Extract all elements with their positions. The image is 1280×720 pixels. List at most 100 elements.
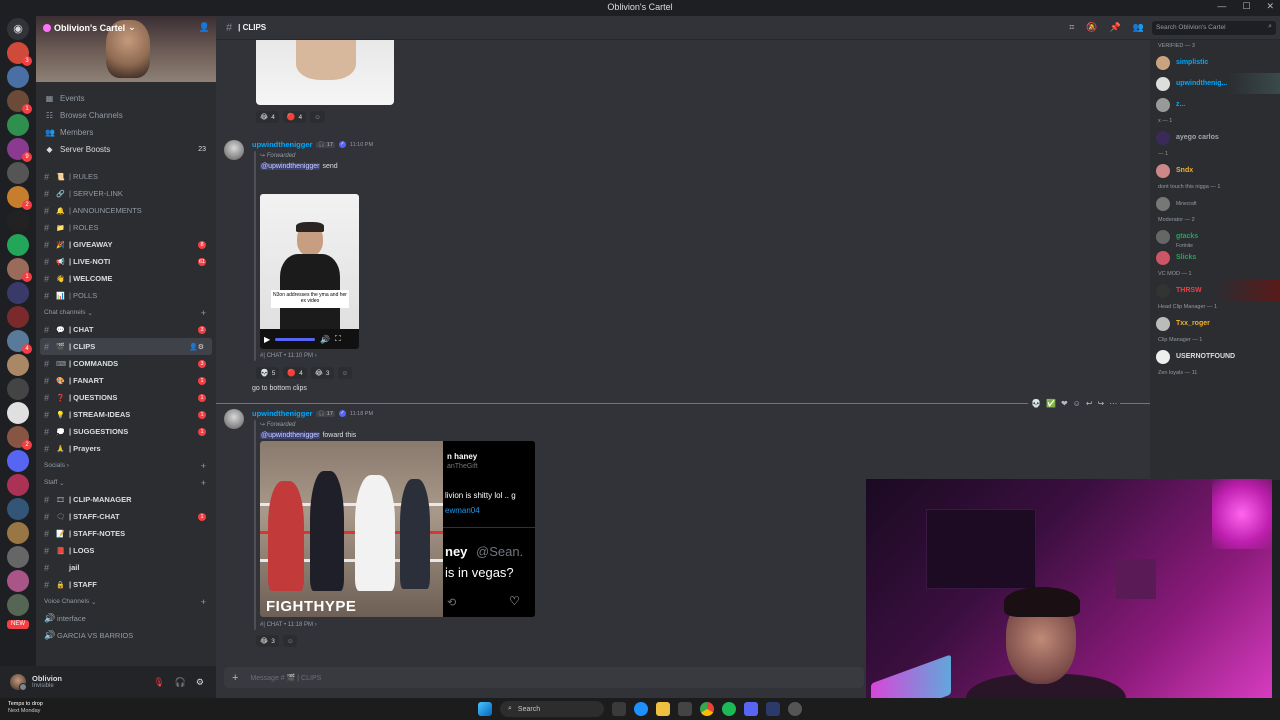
skull-reaction-icon[interactable]: 💀 — [1031, 399, 1041, 408]
video-embed[interactable]: FIGHTHYPE n haney anTheGift livion is sh… — [260, 441, 535, 617]
heart-reaction-icon[interactable]: ❤ — [1061, 399, 1068, 408]
server-icon[interactable] — [7, 162, 29, 184]
chrome-icon[interactable] — [700, 702, 714, 716]
channel-logs[interactable]: # 📕 | LOGS — [36, 542, 216, 559]
server-icon[interactable]: 1 — [7, 90, 32, 114]
settings-gear-icon[interactable]: ⚙ — [196, 677, 204, 688]
channel-polls[interactable]: # 📊 | POLLS — [36, 287, 216, 304]
obs-icon[interactable] — [788, 702, 802, 716]
channel-clip-manager[interactable]: # 🎞 | CLIP-MANAGER — [36, 491, 216, 508]
direct-messages-icon[interactable]: ◉ — [7, 18, 29, 40]
mention[interactable]: @upwindthenigger — [260, 432, 321, 439]
avatar[interactable] — [224, 140, 244, 160]
progress-bar[interactable] — [275, 337, 316, 341]
server-icon[interactable]: 2 — [7, 186, 32, 210]
channel-suggestions[interactable]: # 💭 | SUGGESTIONS 1 — [36, 423, 216, 440]
reaction[interactable]: 😂 4 — [256, 111, 279, 123]
channel-welcome[interactable]: # 👋 | WELCOME — [36, 270, 216, 287]
channel-staff[interactable]: # 🔒 | STAFF — [36, 576, 216, 593]
member-item[interactable]: THRSW — [1150, 280, 1280, 301]
member-item[interactable]: USERNOTFOUND — [1150, 346, 1280, 367]
channel-server-link[interactable]: # 🔗 | SERVER-LINK — [36, 185, 216, 202]
task-view-icon[interactable] — [612, 702, 626, 716]
server-icon[interactable] — [7, 306, 29, 328]
maximize-icon[interactable]: ☐ — [1242, 1, 1250, 12]
server-icon[interactable]: 3 — [7, 42, 32, 66]
member-list-icon[interactable]: 👥 — [1133, 22, 1144, 33]
minimize-icon[interactable]: — — [1217, 1, 1226, 12]
forward-source[interactable]: #| CHAT • 11:18 PM › — [260, 622, 317, 628]
mute-mic-icon[interactable]: 🎙 — [153, 677, 164, 688]
menu-item-boosts[interactable]: ◆ Server Boosts 23 — [36, 141, 216, 158]
server-icon[interactable]: 9 — [7, 138, 32, 162]
category-chat-channels[interactable]: Chat channels ⌄ + — [36, 304, 216, 321]
play-icon[interactable]: ▶ — [264, 335, 270, 344]
server-icon[interactable] — [7, 282, 29, 304]
server-icon[interactable]: 4 — [7, 330, 32, 354]
avatar[interactable] — [10, 674, 27, 691]
category-staff[interactable]: Staff ⌄ + — [36, 474, 216, 491]
server-icon[interactable] — [7, 450, 29, 472]
start-icon[interactable] — [478, 702, 492, 716]
server-icon[interactable]: 1 — [7, 258, 32, 282]
fullscreen-icon[interactable]: ⛶ — [335, 334, 341, 344]
channel-live-noti[interactable]: # 📢 | LIVE-NOTI 61 — [36, 253, 216, 270]
spotify-icon[interactable] — [722, 702, 736, 716]
channel-announcements[interactable]: # 🔔 | ANNOUNCEMENTS — [36, 202, 216, 219]
add-reaction-icon[interactable]: ☺ — [1073, 399, 1081, 408]
reaction[interactable]: 😂 3 — [310, 367, 334, 379]
server-icon[interactable] — [7, 546, 29, 568]
voice-channel-interface[interactable]: 🔊 interface — [36, 610, 216, 627]
member-item[interactable]: ayego carlos — [1150, 127, 1280, 148]
add-reaction-icon[interactable]: ☺ — [282, 635, 298, 647]
menu-item-members[interactable]: 👥 Members — [36, 124, 216, 141]
member-item[interactable]: Sndx — [1150, 160, 1280, 181]
weather-widget[interactable]: Temps to drop Next Monday — [8, 701, 43, 714]
threads-icon[interactable]: ⌗ — [1069, 22, 1074, 33]
menu-item-browse[interactable]: ☷ Browse Channels — [36, 107, 216, 124]
member-item[interactable]: upwindthenig... — [1150, 73, 1280, 94]
channel-staff-chat[interactable]: # 🗨 | STAFF-CHAT 1 — [36, 508, 216, 525]
menu-item-events[interactable]: ▦ Events — [36, 90, 216, 107]
reaction[interactable]: 😂 3 — [256, 635, 279, 647]
member-item[interactable]: Minecraft — [1150, 193, 1280, 214]
store-icon[interactable] — [678, 702, 692, 716]
voice-channel-garcia[interactable]: 🔊 GARCIA VS BARRIOS — [36, 627, 216, 644]
category-socials[interactable]: Socials › + — [36, 457, 216, 474]
server-icon[interactable] — [7, 66, 29, 88]
member-item[interactable]: gtacks Fortnite — [1150, 226, 1280, 249]
reaction[interactable]: 💀 5 — [256, 367, 280, 379]
check-reaction-icon[interactable]: ✅ — [1046, 399, 1056, 408]
message-image[interactable] — [256, 40, 394, 105]
volume-icon[interactable]: 🔊 — [320, 335, 330, 344]
server-icon[interactable]: 2 — [7, 426, 32, 450]
reaction[interactable]: 🔴 4 — [282, 111, 307, 123]
more-icon[interactable]: ⋯ — [1109, 399, 1117, 408]
server-icon[interactable] — [7, 402, 29, 424]
category-voice-channels[interactable]: Voice Channels ⌄ + — [36, 593, 216, 610]
server-icon[interactable] — [7, 522, 29, 544]
member-item[interactable]: Slicks — [1150, 247, 1280, 268]
search-input[interactable]: Search Oblivion's Cartel ⌕ — [1152, 21, 1276, 35]
server-icon[interactable] — [7, 210, 29, 232]
channel-clips[interactable]: # 🎬 | CLIPS 👤⚙ — [40, 338, 212, 355]
server-icon[interactable] — [7, 354, 29, 376]
server-name[interactable]: Oblivion's Cartel ⌄ — [43, 22, 136, 33]
discord-icon[interactable] — [744, 702, 758, 716]
video-embed[interactable]: N3on addresses the yma and her ex video … — [260, 194, 359, 349]
member-item[interactable]: simplistic — [1150, 52, 1280, 73]
server-icon[interactable] — [7, 378, 29, 400]
app-icon[interactable] — [766, 702, 780, 716]
invite-icon[interactable]: 👤 — [199, 22, 210, 33]
channel-questions[interactable]: # ❓ | QUESTIONS 1 — [36, 389, 216, 406]
server-icon[interactable] — [7, 234, 29, 256]
server-icon[interactable] — [7, 498, 29, 520]
edge-icon[interactable] — [634, 702, 648, 716]
server-icon[interactable] — [7, 594, 29, 616]
channel-rules[interactable]: # 📜 | RULES — [36, 168, 216, 185]
channel-fanart[interactable]: # 🎨 | FANART 1 — [36, 372, 216, 389]
attach-plus-icon[interactable]: + — [232, 672, 238, 684]
channel-commands[interactable]: # ⌨ | COMMANDS 3 — [36, 355, 216, 372]
message-author[interactable]: upwindthenigger — [252, 140, 312, 149]
channel-roles[interactable]: # 📁 | ROLES — [36, 219, 216, 236]
